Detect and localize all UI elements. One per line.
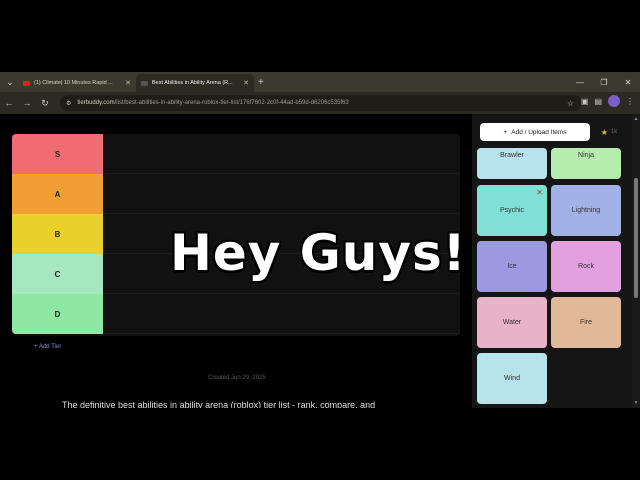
created-date: Created Jun 29, 2025 [208, 375, 266, 381]
page-content: S A B C D + Add Tier Created Jun 29, 202… [0, 114, 640, 408]
item-label: Ninja [578, 152, 594, 159]
upload-label: Add / Upload Items [511, 128, 567, 136]
add-tier-label: Add Tier [38, 344, 62, 350]
tier-row-d[interactable]: D [12, 294, 460, 334]
tab-climate[interactable]: (1) Climate| 10 Minutes Rapid ... ✕ [18, 74, 136, 92]
overlay-caption: Hey Guys! [170, 224, 467, 282]
url-domain: tierbuddy.com [77, 100, 115, 106]
tier-label[interactable]: C [12, 254, 103, 294]
tier-row-a[interactable]: A [12, 174, 460, 214]
item-wind[interactable]: Wind [477, 353, 547, 404]
close-window-icon[interactable]: ✕ [616, 78, 640, 87]
tier-label[interactable]: D [12, 294, 103, 334]
page-description: The definitive best abilities in ability… [62, 400, 376, 408]
scrollbar-thumb[interactable] [634, 178, 638, 298]
scroll-down-icon[interactable]: ▼ [632, 400, 640, 406]
item-label: Psychic [499, 207, 525, 214]
item-label: Lightning [571, 207, 601, 214]
plus-icon: + [503, 128, 508, 136]
tab-bar: ⌄ (1) Climate| 10 Minutes Rapid ... ✕ Be… [0, 72, 640, 92]
toolbar-right: ▣ ▤ ⋮ [581, 95, 634, 107]
star-button[interactable]: ★ 1k [596, 123, 622, 141]
tier-row-s[interactable]: S [12, 134, 460, 174]
add-tier-button[interactable]: + Add Tier [34, 344, 61, 350]
item-lightning[interactable]: Lightning [551, 185, 621, 236]
tab-title: (1) Climate| 10 Minutes Rapid ... [34, 80, 113, 86]
add-upload-items-button[interactable]: + Add / Upload Items [480, 123, 590, 141]
scrollbar[interactable]: ▲ ▼ [632, 114, 640, 408]
item-fire[interactable]: Fire [551, 297, 621, 348]
items-panel: + Add / Upload Items ★ 1k Brawler Ninja … [472, 114, 632, 408]
item-label: Water [502, 319, 522, 326]
site-info-icon[interactable]: ⚙ [66, 100, 71, 107]
star-count: 1k [610, 129, 618, 135]
item-ninja[interactable]: Ninja [551, 148, 621, 179]
screen: ⌄ (1) Climate| 10 Minutes Rapid ... ✕ Be… [0, 0, 640, 480]
item-brawler[interactable]: Brawler [477, 148, 547, 179]
tier-label[interactable]: A [12, 174, 103, 214]
extension-icon[interactable]: ▣ [581, 97, 589, 106]
tier-label[interactable]: S [12, 134, 103, 174]
item-label: Rock [578, 263, 594, 270]
sidebar-icon[interactable]: ▤ [594, 97, 602, 106]
address-bar: ← → ↻ ⚙ tierbuddy.com/list/best-abilitie… [0, 92, 640, 114]
scroll-up-icon[interactable]: ▲ [632, 116, 640, 122]
item-label: Ice [507, 263, 517, 270]
tab-search-icon[interactable]: ⌄ [2, 74, 18, 90]
youtube-icon [23, 80, 30, 86]
reload-icon[interactable]: ↻ [36, 98, 54, 109]
plus-icon: + [34, 344, 38, 350]
url-input[interactable]: ⚙ tierbuddy.com/list/best-abilities-in-a… [60, 95, 582, 111]
site-favicon-icon [141, 80, 148, 86]
restore-icon[interactable]: ❐ [592, 78, 616, 87]
item-label: Wind [504, 375, 520, 382]
star-icon: ★ [600, 127, 608, 137]
item-psychic[interactable]: Psychic ✕ [477, 185, 547, 236]
forward-icon[interactable]: → [18, 98, 36, 108]
url-path: /list/best-abilities-in-ability-arena-ro… [114, 100, 349, 106]
delete-icon[interactable]: ✕ [536, 188, 543, 197]
tier-label[interactable]: B [12, 214, 103, 254]
tab-best-abilities[interactable]: Best Abilities in Ability Arena (R... ✕ [136, 74, 254, 92]
close-icon[interactable]: ✕ [125, 79, 131, 87]
item-ice[interactable]: Ice [477, 241, 547, 292]
menu-icon[interactable]: ⋮ [626, 97, 634, 106]
profile-avatar[interactable] [608, 95, 620, 107]
item-label: Brawler [500, 152, 524, 159]
item-rock[interactable]: Rock [551, 241, 621, 292]
close-icon[interactable]: ✕ [243, 79, 249, 87]
window-controls: — ❐ ✕ [568, 72, 640, 92]
tab-title: Best Abilities in Ability Arena (R... [152, 80, 233, 86]
back-icon[interactable]: ← [0, 98, 18, 108]
bookmark-star-icon[interactable]: ☆ [567, 99, 574, 108]
minimize-icon[interactable]: — [568, 78, 592, 87]
item-label: Fire [579, 319, 593, 326]
item-water[interactable]: Water [477, 297, 547, 348]
new-tab-button[interactable]: + [258, 77, 264, 88]
